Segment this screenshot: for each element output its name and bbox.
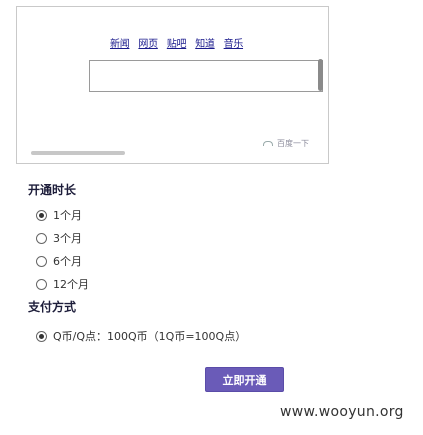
nav-link-news[interactable]: 新闻 xyxy=(110,35,130,50)
duration-option-label: 1个月 xyxy=(53,209,82,222)
search-nav: 新闻 网页 贴吧 知道 音乐 xyxy=(110,35,243,50)
horizontal-scrollbar[interactable] xyxy=(31,151,125,155)
small-link-label: 百度一下 xyxy=(277,139,309,148)
payment-option-qcoin[interactable]: Q币/Q点：100Q币（1Q币=100Q点） xyxy=(36,328,246,344)
radio-button[interactable] xyxy=(36,255,47,267)
radio-button[interactable] xyxy=(36,232,47,244)
nav-link-web[interactable]: 网页 xyxy=(138,35,158,50)
nav-link-music[interactable]: 音乐 xyxy=(224,35,244,50)
small-link[interactable]: 百度一下 xyxy=(263,138,309,149)
duration-option-1[interactable]: 1个月 xyxy=(36,207,82,223)
payment-option-label: Q币/Q点：100Q币（1Q币=100Q点） xyxy=(53,330,247,343)
duration-option-label: 3个月 xyxy=(53,232,82,245)
duration-option-3[interactable]: 3个月 xyxy=(36,230,82,246)
duration-title: 开通时长 xyxy=(28,183,77,197)
nav-link-zhidao[interactable]: 知道 xyxy=(195,35,215,50)
duration-option-12[interactable]: 12个月 xyxy=(36,276,89,292)
embedded-search-frame: 新闻 网页 贴吧 知道 音乐 百度一下 xyxy=(16,6,329,164)
scrollbar-thumb[interactable] xyxy=(318,59,323,91)
radio-button[interactable] xyxy=(36,330,47,342)
open-now-button[interactable]: 立即开通 xyxy=(205,367,284,392)
payment-title: 支付方式 xyxy=(28,300,77,314)
radio-button[interactable] xyxy=(36,209,47,221)
duration-option-6[interactable]: 6个月 xyxy=(36,253,82,269)
search-input[interactable] xyxy=(89,60,323,92)
duration-option-label: 12个月 xyxy=(53,278,89,291)
duration-option-label: 6个月 xyxy=(53,255,82,268)
cloud-icon xyxy=(263,141,273,146)
radio-button[interactable] xyxy=(36,278,47,290)
watermark: www.wooyun.org xyxy=(280,404,404,420)
nav-link-tieba[interactable]: 贴吧 xyxy=(167,35,187,50)
